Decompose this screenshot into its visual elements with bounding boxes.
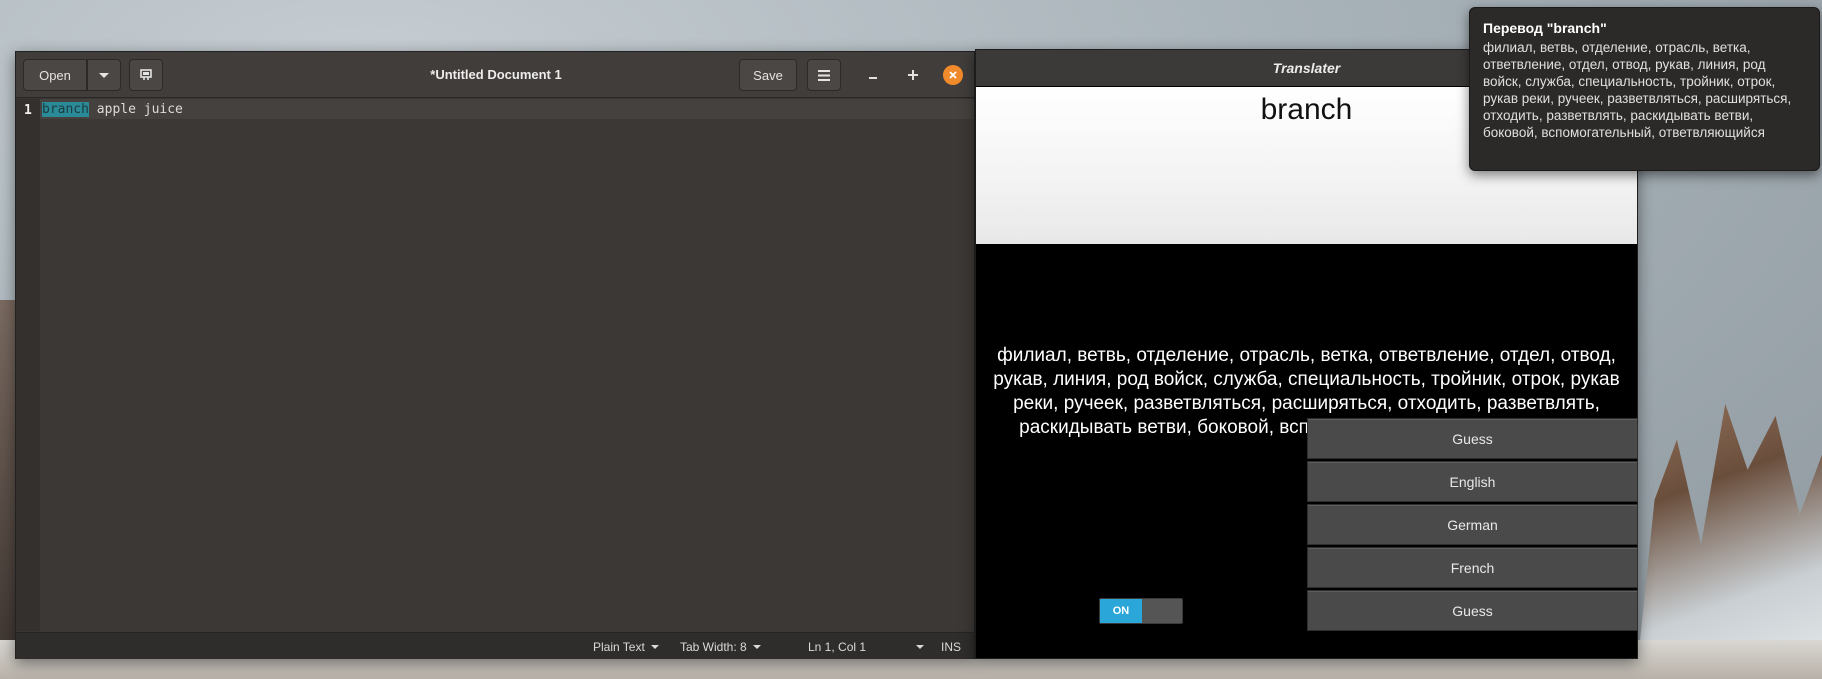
document-title: *Untitled Document 1	[430, 67, 562, 82]
save-button[interactable]: Save	[739, 59, 797, 91]
maximize-icon	[908, 70, 918, 80]
hamburger-menu-icon	[818, 69, 830, 81]
main-menu-button[interactable]	[807, 59, 841, 91]
tab-width-selector[interactable]: Tab Width: 8	[680, 633, 761, 660]
tab-width-label: Tab Width: 8	[680, 639, 747, 654]
language-label: Plain Text	[593, 639, 645, 654]
language-option[interactable]: Guess	[1307, 590, 1638, 631]
line-number-gutter: 1	[16, 99, 40, 631]
minimize-button[interactable]	[863, 65, 883, 85]
minimize-icon	[869, 77, 877, 79]
chevron-down-icon	[752, 644, 761, 649]
editor-headerbar: Open *Untitled Document 1 Save	[16, 52, 974, 98]
unselected-text[interactable]: apple juice	[89, 102, 183, 117]
translater-title: Translater	[1272, 60, 1341, 76]
insert-mode-label: INS	[941, 639, 962, 654]
auto-translate-toggle[interactable]: ON	[1099, 598, 1183, 624]
chevron-down-icon	[650, 644, 659, 649]
language-option[interactable]: French	[1307, 547, 1638, 588]
notification-body: филиал, ветвь, отделение, отрасль, ветка…	[1483, 40, 1792, 140]
pin-button[interactable]	[129, 59, 163, 91]
save-button-label: Save	[753, 67, 783, 83]
open-menu-button[interactable]	[87, 59, 121, 91]
cursor-position-selector[interactable]: Ln 1, Col 1	[808, 633, 925, 660]
open-button[interactable]: Open	[23, 59, 87, 91]
translation-notification[interactable]: Перевод "branch" филиал, ветвь, отделени…	[1469, 7, 1820, 171]
insert-mode-indicator: INS	[941, 633, 961, 660]
language-option[interactable]: Guess	[1307, 418, 1638, 459]
text-editing-area[interactable]: 1 branch apple juice	[16, 99, 974, 631]
code-line[interactable]: branch apple juice	[42, 102, 183, 117]
pin-icon	[140, 69, 152, 80]
chevron-down-icon	[916, 644, 925, 649]
close-button[interactable]	[943, 65, 963, 85]
cursor-position-label: Ln 1, Col 1	[808, 639, 867, 654]
notification-title: Перевод "branch"	[1483, 20, 1607, 36]
selected-text[interactable]: branch	[42, 102, 89, 117]
text-editor-window: Open *Untitled Document 1 Save 1 branch …	[15, 51, 975, 659]
toggle-on-label: ON	[1100, 599, 1142, 623]
editor-statusbar: Plain Text Tab Width: 8 Ln 1, Col 1 INS	[16, 632, 974, 659]
line-number: 1	[24, 103, 32, 118]
language-selector[interactable]: Plain Text	[593, 633, 659, 660]
language-option[interactable]: English	[1307, 461, 1638, 502]
language-dropdown-list: Guess English German French Guess	[1307, 418, 1638, 633]
close-icon	[949, 71, 957, 79]
open-button-label: Open	[39, 67, 71, 83]
language-option[interactable]: German	[1307, 504, 1638, 545]
maximize-button[interactable]	[903, 65, 923, 85]
chevron-down-icon	[99, 72, 109, 78]
